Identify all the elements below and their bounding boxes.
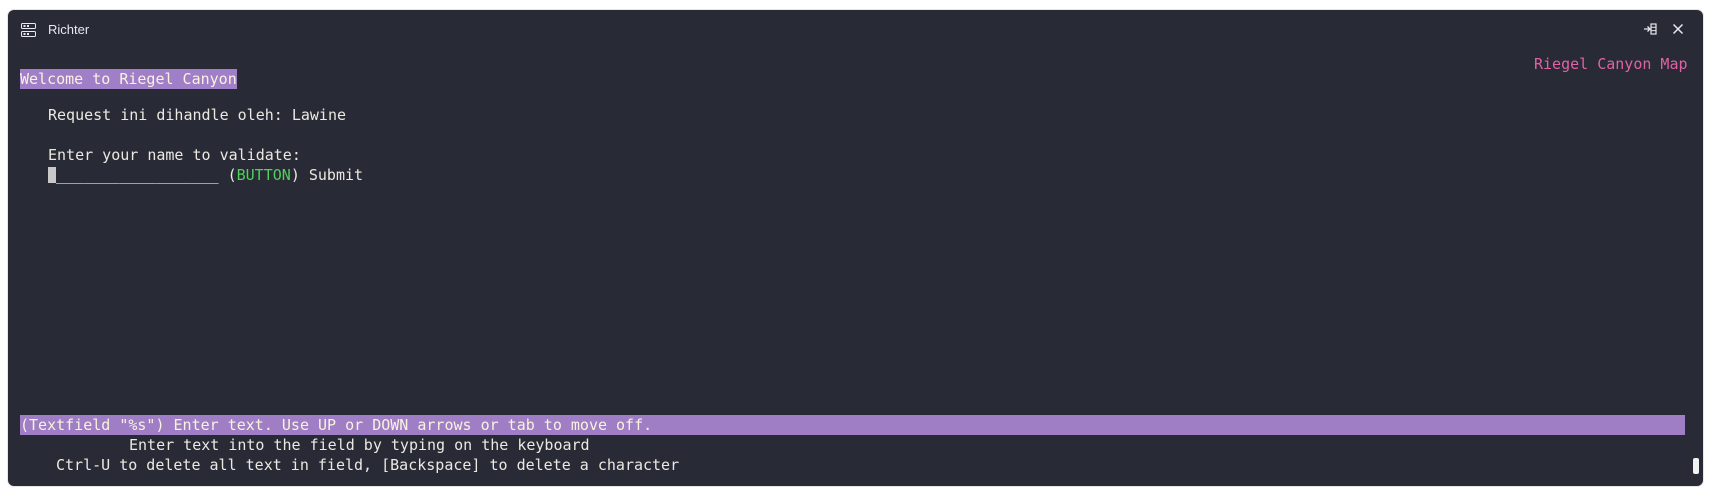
handler-info: Request ini dihandle oleh: Lawine <box>48 106 347 124</box>
button-close-paren: ) <box>290 166 309 184</box>
button-keyword: BUTTON <box>236 166 291 184</box>
submit-button[interactable]: (BUTTON) Submit <box>218 166 364 184</box>
submit-label: Submit <box>308 166 364 184</box>
form-row: __________________ (BUTTON) Submit <box>48 165 363 185</box>
help-status-bar: (Textfield "%s") Enter text. Use UP or D… <box>20 415 1685 435</box>
welcome-banner: Welcome to Riegel Canyon <box>20 69 237 89</box>
field-placeholder: __________________ <box>56 166 219 184</box>
name-text-field[interactable]: __________________ <box>48 166 219 184</box>
name-prompt: Enter your name to validate: <box>48 146 301 164</box>
help-line-shortcuts: Ctrl-U to delete all text in field, [Bac… <box>56 456 680 474</box>
help-line-typing: Enter text into the field by typing on t… <box>129 436 590 454</box>
terminal-window: Richter Riegel Canyon Map Welcome to Rie… <box>7 9 1704 487</box>
terminal-screen[interactable]: Riegel Canyon Map Welcome to Riegel Cany… <box>8 10 1703 486</box>
button-open-paren: ( <box>218 166 237 184</box>
map-title: Riegel Canyon Map <box>1534 55 1688 73</box>
scrollbar-thumb[interactable] <box>1693 458 1699 474</box>
text-cursor <box>48 167 56 183</box>
